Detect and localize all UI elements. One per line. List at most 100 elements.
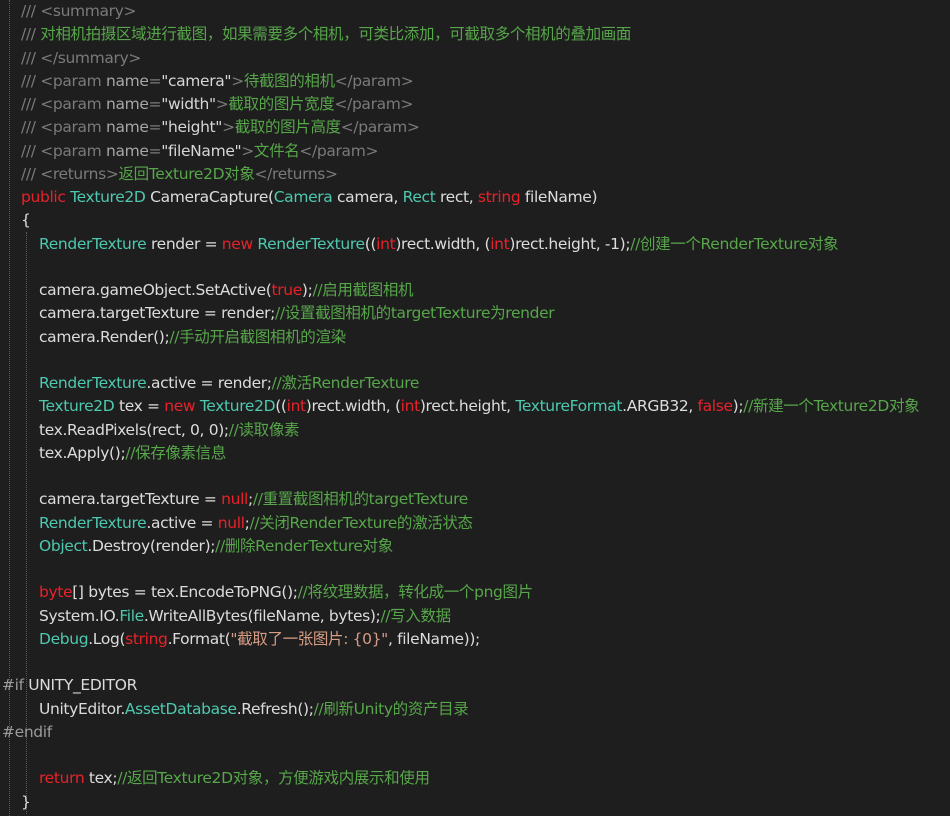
comment-token: //启用截图相机 bbox=[312, 281, 414, 299]
type-token: Texture2D bbox=[39, 397, 115, 416]
code-line: RenderTexture.active = null;//关闭RenderTe… bbox=[39, 512, 473, 535]
keyword-token: new bbox=[221, 234, 258, 253]
type-token: File bbox=[119, 606, 144, 625]
code-text: camera.targetTexture = bbox=[39, 490, 222, 509]
comment-token: //重置截图相机的targetTexture bbox=[252, 490, 468, 509]
comment-token: //手动开启截图相机的渲染 bbox=[169, 327, 346, 346]
xml-tag-token: <param bbox=[40, 141, 106, 160]
code-line: UnityEditor.AssetDatabase.Refresh();//刷新… bbox=[39, 698, 469, 721]
type-token: TextureFormat bbox=[515, 397, 623, 416]
keyword-token: byte bbox=[39, 583, 73, 602]
xml-attr-token: name bbox=[105, 71, 149, 90]
doc-comment-token: /// bbox=[21, 71, 41, 90]
comment-token: //设置截图相机的targetTexture为render bbox=[275, 304, 555, 323]
doc-comment-token: /// bbox=[21, 164, 41, 183]
xml-attr-token: name bbox=[105, 141, 149, 160]
code-text: System.IO. bbox=[39, 606, 120, 625]
xml-tag-token: </param> bbox=[340, 118, 420, 137]
xml-tag-token: </summary> bbox=[40, 48, 142, 67]
xml-tag-token: > bbox=[231, 71, 244, 90]
doc-comment-token: /// bbox=[21, 2, 41, 20]
code-line: /// <param name="camera">待截图的相机</param> bbox=[21, 70, 414, 93]
code-line: /// <param name="height">截取的图片高度</param> bbox=[21, 116, 420, 139]
doc-text-token: 截取的图片高度 bbox=[234, 118, 341, 137]
type-token: Texture2D bbox=[70, 188, 146, 206]
xml-tag-token: <param bbox=[40, 71, 106, 90]
code-text: UNITY_EDITOR bbox=[28, 676, 138, 695]
comment-token: //写入数据 bbox=[380, 606, 451, 625]
preprocessor-token: #endif bbox=[2, 722, 52, 741]
keyword-token: string bbox=[125, 629, 168, 648]
type-token: Camera bbox=[273, 188, 333, 206]
code-line: return tex;//返回Texture2D对象，方便游戏内展示和使用 bbox=[39, 767, 430, 790]
xml-attr-token: name bbox=[105, 95, 149, 113]
xml-tag-token: <param bbox=[40, 118, 106, 137]
code-line: /// <param name="width">截取的图片宽度</param> bbox=[21, 93, 414, 116]
code-line: camera.targetTexture = null;//重置截图相机的tar… bbox=[39, 488, 468, 511]
xml-tag-token: = bbox=[148, 118, 162, 137]
doc-comment-token: /// bbox=[21, 48, 41, 67]
doc-comment-token: /// bbox=[21, 118, 41, 137]
code-line: /// 对相机拍摄区域进行截图，如果需要多个相机，可类比添加，可截取多个相机的叠… bbox=[21, 23, 631, 46]
keyword-token: null bbox=[221, 490, 248, 509]
code-line: camera.targetTexture = render;//设置截图相机的t… bbox=[39, 302, 555, 325]
preprocessor-token: #if bbox=[2, 676, 29, 695]
keyword-token: new bbox=[164, 397, 200, 416]
code-line: camera.gameObject.SetActive(true);//启用截图… bbox=[39, 279, 413, 302]
code-text: tex.ReadPixels(rect, 0, 0); bbox=[39, 420, 229, 439]
code-line: Texture2D tex = new Texture2D((int)rect.… bbox=[39, 395, 920, 418]
xml-tag-token: </param> bbox=[299, 141, 379, 160]
code-text: .Refresh(); bbox=[236, 699, 314, 718]
keyword-token: false bbox=[697, 397, 733, 416]
code-line: } bbox=[21, 791, 31, 814]
comment-token: //返回Texture2D对象，方便游戏内展示和使用 bbox=[117, 769, 430, 788]
xml-tag-token: > bbox=[215, 95, 229, 113]
keyword-token: int bbox=[490, 234, 510, 253]
code-text: CameraCapture( bbox=[145, 188, 274, 206]
keyword-token: return bbox=[39, 769, 89, 788]
code-text: (( bbox=[275, 397, 287, 416]
code-text: tex; bbox=[88, 769, 118, 788]
code-text: [] bytes = tex.EncodeToPNG(); bbox=[72, 583, 298, 602]
xml-tag-token: <param bbox=[40, 95, 106, 113]
keyword-token: string bbox=[477, 188, 521, 206]
code-editor[interactable]: /// <summary>/// 对相机拍摄区域进行截图，如果需要多个相机，可类… bbox=[0, 0, 950, 816]
code-line: RenderTexture.active = render;//激活Render… bbox=[39, 372, 419, 395]
code-text: rect, bbox=[435, 188, 478, 206]
code-text: tex.Apply(); bbox=[39, 443, 126, 462]
comment-token: //读取像素 bbox=[228, 420, 300, 439]
xml-tag-token: = bbox=[148, 95, 162, 113]
xml-tag-token: > bbox=[222, 118, 235, 137]
code-text: ); bbox=[301, 281, 313, 299]
comment-token: //激活RenderTexture bbox=[271, 374, 420, 392]
comment-token: //关闭RenderTexture的激活状态 bbox=[249, 513, 474, 532]
code-text: (( bbox=[364, 234, 377, 253]
xml-tag-token: </param> bbox=[334, 95, 414, 113]
code-text: render = bbox=[146, 234, 222, 253]
code-text: tex = bbox=[114, 397, 165, 416]
comment-token: //删除RenderTexture对象 bbox=[215, 536, 393, 555]
doc-text-token: 文件名 bbox=[253, 141, 300, 160]
code-text: fileName) bbox=[520, 188, 598, 206]
code-line: tex.ReadPixels(rect, 0, 0);//读取像素 bbox=[39, 419, 299, 442]
code-line: System.IO.File.WriteAllBytes(fileName, b… bbox=[39, 605, 451, 628]
keyword-token: public bbox=[21, 188, 71, 206]
doc-text-token: 待截图的相机 bbox=[243, 71, 335, 90]
keyword-token: true bbox=[271, 281, 302, 299]
code-line: camera.Render();//手动开启截图相机的渲染 bbox=[39, 326, 346, 349]
code-text: } bbox=[21, 792, 31, 811]
code-text: .ARGB32, bbox=[622, 397, 698, 416]
xml-tag-token: </param> bbox=[334, 71, 414, 90]
type-token: Texture2D bbox=[199, 397, 276, 416]
code-line: #endif bbox=[2, 721, 52, 744]
xml-tag-token: = bbox=[148, 71, 162, 90]
xml-attr-value-token: "fileName" bbox=[161, 141, 242, 160]
xml-attr-value-token: "camera" bbox=[161, 71, 232, 90]
code-text: camera, bbox=[332, 188, 403, 206]
xml-tag-token: > bbox=[241, 141, 254, 160]
code-text: UnityEditor. bbox=[39, 699, 125, 718]
code-text: ); bbox=[732, 397, 744, 416]
string-token: "截取了一张图片: {0}" bbox=[230, 629, 388, 648]
xml-tag-token: = bbox=[148, 141, 162, 160]
code-line: public Texture2D CameraCapture(Camera ca… bbox=[21, 186, 597, 209]
